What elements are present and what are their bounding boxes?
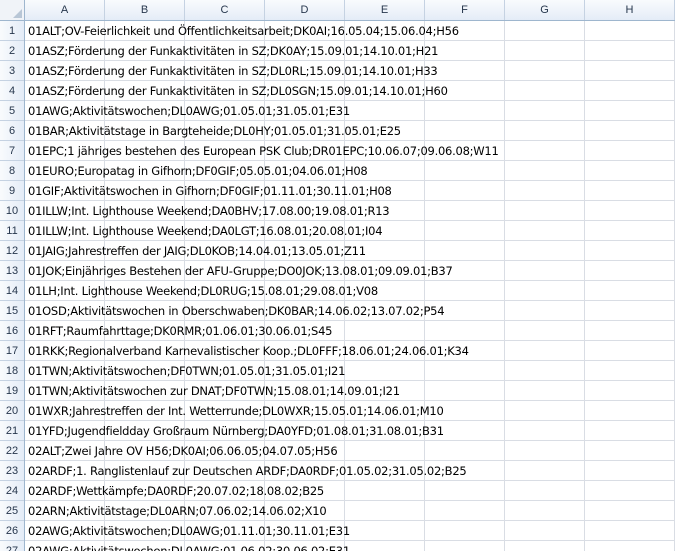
cell-a22[interactable]: 02ALT;Zwei Jahre OV H56;DK0AI;06.06.05;0… (28, 441, 338, 461)
row-header-5[interactable]: 5 (0, 101, 24, 121)
cell-a24[interactable]: 02ARDF;Wettkämpfe;DA0RDF;20.07.02;18.08.… (28, 481, 324, 501)
row-header-23[interactable]: 23 (0, 461, 24, 481)
cell-a3[interactable]: 01ASZ;Förderung der Funkaktivitäten in S… (28, 61, 438, 81)
row-header-26[interactable]: 26 (0, 521, 24, 541)
column-header-f[interactable]: F (425, 0, 505, 20)
row-headers: 1 2 3 4 5 6 7 8 9 10 11 12 13 14 15 16 17 18 19 20 21 22 23 24 2… (0, 21, 25, 551)
cell-a21[interactable]: 01YFD;Jugendfieldday Großraum Nürnberg;D… (28, 421, 444, 441)
cell-a2[interactable]: 01ASZ;Förderung der Funkaktivitäten in S… (28, 41, 438, 61)
cell-grid[interactable]: 01ALT;OV-Feierlichkeit und Öffentlichkei… (25, 21, 675, 551)
cell-a26[interactable]: 02AWG;Aktivitätswochen;DL0AWG;01.11.01;3… (28, 521, 350, 541)
select-all-triangle-icon (13, 9, 22, 18)
column-header-g[interactable]: G (505, 0, 585, 20)
row-header-7[interactable]: 7 (0, 141, 24, 161)
row-header-25[interactable]: 25 (0, 501, 24, 521)
cell-a25[interactable]: 02ARN;Aktivitätstage;DL0ARN;07.06.02;14.… (28, 501, 327, 521)
row-header-8[interactable]: 8 (0, 161, 24, 181)
column-header-h[interactable]: H (585, 0, 675, 20)
row-header-22[interactable]: 22 (0, 441, 24, 461)
column-gridline (504, 21, 505, 551)
cell-a14[interactable]: 01LH;Int. Lighthouse Weekend;DL0RUG;15.0… (28, 281, 378, 301)
select-all-corner[interactable] (0, 0, 25, 21)
row-header-13[interactable]: 13 (0, 261, 24, 281)
cell-a4[interactable]: 01ASZ;Förderung der Funkaktivitäten in S… (28, 81, 448, 101)
row-header-20[interactable]: 20 (0, 401, 24, 421)
cell-a7[interactable]: 01EPC;1 jähriges bestehen des European P… (28, 141, 499, 161)
spreadsheet: ABCDEFGH 1 2 3 4 5 6 7 8 9 10 11 12 13 14 15 16 17 18 19 20… (0, 0, 675, 551)
row-header-6[interactable]: 6 (0, 121, 24, 141)
column-header-d[interactable]: D (265, 0, 345, 20)
cell-a19[interactable]: 01TWN;Aktivitätswochen zur DNAT;DF0TWN;1… (28, 381, 400, 401)
row-header-19[interactable]: 19 (0, 381, 24, 401)
row-header-2[interactable]: 2 (0, 41, 24, 61)
cell-a8[interactable]: 01EURO;Europatag in Gifhorn;DF0GIF;05.05… (28, 161, 368, 181)
row-header-15[interactable]: 15 (0, 301, 24, 321)
row-header-12[interactable]: 12 (0, 241, 24, 261)
row-header-3[interactable]: 3 (0, 61, 24, 81)
row-header-17[interactable]: 17 (0, 341, 24, 361)
row-header-11[interactable]: 11 (0, 221, 24, 241)
column-headers: ABCDEFGH (25, 0, 675, 21)
column-header-e[interactable]: E (345, 0, 425, 20)
cell-a23[interactable]: 02ARDF;1. Ranglistenlauf zur Deutschen A… (28, 461, 467, 481)
cell-a27[interactable]: 02AWG;Aktivitätswochen;DL0AWG;01.06.02;3… (28, 541, 350, 551)
cell-a17[interactable]: 01RKK;Regionalverband Karnevalistischer … (28, 341, 469, 361)
cell-a12[interactable]: 01JAIG;Jahrestreffen der JAIG;DL0KOB;14.… (28, 241, 366, 261)
cell-a18[interactable]: 01TWN;Aktivitätswochen;DF0TWN;01.05.01;3… (28, 361, 345, 381)
row-header-14[interactable]: 14 (0, 281, 24, 301)
cell-a15[interactable]: 01OSD;Aktivitätswochen in Oberschwaben;D… (28, 301, 445, 321)
row-header-24[interactable]: 24 (0, 481, 24, 501)
cell-a10[interactable]: 01ILLW;Int. Lighthouse Weekend;DA0BHV;17… (28, 201, 390, 221)
row-header-1[interactable]: 1 (0, 21, 24, 41)
cell-a1[interactable]: 01ALT;OV-Feierlichkeit und Öffentlichkei… (28, 21, 459, 41)
row-header-16[interactable]: 16 (0, 321, 24, 341)
cell-a13[interactable]: 01JOK;Einjähriges Bestehen der AFU-Grupp… (28, 261, 453, 281)
row-header-21[interactable]: 21 (0, 421, 24, 441)
column-gridline (584, 21, 585, 551)
row-header-9[interactable]: 9 (0, 181, 24, 201)
column-header-a[interactable]: A (25, 0, 105, 20)
row-header-27[interactable]: 27 (0, 541, 24, 551)
column-header-c[interactable]: C (185, 0, 265, 20)
cell-a20[interactable]: 01WXR;Jahrestreffen der Int. Wetterrunde… (28, 401, 444, 421)
cell-a11[interactable]: 01ILLW;Int. Lighthouse Weekend;DA0LGT;16… (28, 221, 383, 241)
cell-a9[interactable]: 01GIF;Aktivitätswochen in Gifhorn;DF0GIF… (28, 181, 392, 201)
cell-a5[interactable]: 01AWG;Aktivitätswochen;DL0AWG;01.05.01;3… (28, 101, 350, 121)
cell-a16[interactable]: 01RFT;Raumfahrttage;DK0RMR;01.06.01;30.0… (28, 321, 332, 341)
row-header-10[interactable]: 10 (0, 201, 24, 221)
row-header-18[interactable]: 18 (0, 361, 24, 381)
cell-a6[interactable]: 01BAR;Aktivitätstage in Bargteheide;DL0H… (28, 121, 401, 141)
row-header-4[interactable]: 4 (0, 81, 24, 101)
column-header-b[interactable]: B (105, 0, 185, 20)
